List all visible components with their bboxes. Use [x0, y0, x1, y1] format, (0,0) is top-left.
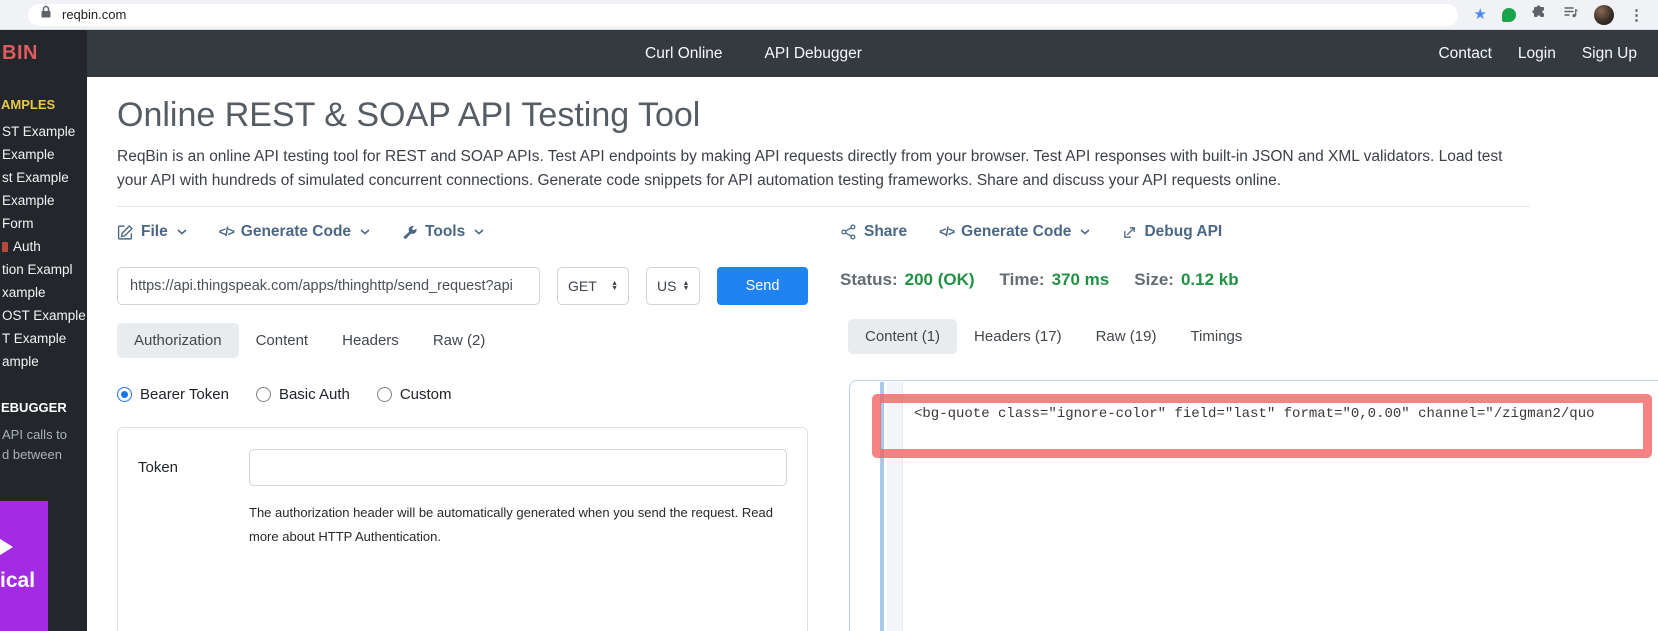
top-navbar: BIN Curl Online API Debugger Contact Log…	[0, 30, 1658, 77]
chevron-down-icon	[474, 229, 484, 235]
tools-menu[interactable]: Tools	[402, 223, 484, 241]
sidebar-item[interactable]: Example	[0, 143, 87, 166]
editor-left-scrollbar[interactable]	[880, 382, 884, 631]
status-value: 200 (OK)	[905, 270, 975, 290]
extension-green-icon[interactable]	[1502, 8, 1516, 22]
sidebar-item[interactable]: ST Example	[0, 120, 87, 143]
divider	[117, 206, 1530, 207]
send-button[interactable]: Send	[717, 267, 808, 305]
radio-icon	[377, 387, 392, 402]
request-toolbar: File </> Generate Code Tools	[117, 219, 808, 245]
sidebar-item[interactable]: T Example	[0, 327, 87, 350]
share-nodes-icon	[840, 224, 857, 240]
tab-raw[interactable]: Raw (2)	[416, 323, 503, 358]
status-label: Status:	[840, 270, 898, 290]
puzzle-extensions-icon[interactable]	[1531, 4, 1547, 25]
nav-curl-online[interactable]: Curl Online	[645, 45, 723, 63]
generate-code-menu[interactable]: </> Generate Code	[219, 223, 370, 241]
request-url-input[interactable]	[117, 267, 540, 305]
page-description: ReqBin is an online API testing tool for…	[117, 145, 1532, 192]
file-menu[interactable]: File	[117, 223, 187, 241]
reqbin-logo[interactable]: BIN	[0, 42, 38, 65]
code-icon: </>	[939, 225, 954, 239]
token-panel: Token The authorization header will be a…	[117, 427, 808, 631]
tab-response-raw[interactable]: Raw (19)	[1079, 319, 1174, 354]
tab-response-content[interactable]: Content (1)	[848, 319, 957, 354]
sidebar-ad-banner[interactable]: ical	[0, 501, 48, 631]
clipped-text-fragment	[2, 242, 8, 252]
bookmark-star-icon[interactable]: ★	[1474, 7, 1487, 22]
token-help-text: The authorization header will be automat…	[249, 501, 794, 549]
sidebar-item[interactable]: Form	[0, 212, 87, 235]
sidebar-item[interactable]: Auth	[0, 235, 87, 258]
response-toolbar: Share </> Generate Code Debug API	[840, 219, 1658, 245]
response-body-text: <bg-quote class="ignore-color" field="la…	[850, 381, 1658, 422]
sidebar-item[interactable]: OST Example	[0, 304, 87, 327]
tab-response-headers[interactable]: Headers (17)	[957, 319, 1079, 354]
edit-square-icon	[117, 224, 134, 241]
radio-custom[interactable]: Custom	[377, 386, 452, 403]
debug-api-button[interactable]: Debug API	[1122, 223, 1222, 241]
sidebar-item[interactable]: ample	[0, 350, 87, 373]
ad-arrow-icon	[0, 537, 13, 557]
chevron-down-icon	[177, 229, 187, 235]
playlist-music-icon[interactable]	[1562, 4, 1579, 25]
tab-content[interactable]: Content	[239, 323, 326, 358]
response-status-row: Status: 200 (OK) Time: 370 ms Size: 0.12…	[840, 269, 1658, 291]
response-tabs: Content (1) Headers (17) Raw (19) Timing…	[848, 319, 1658, 354]
radio-basic-auth[interactable]: Basic Auth	[256, 386, 350, 403]
tab-headers[interactable]: Headers	[325, 323, 416, 358]
token-input[interactable]	[249, 449, 787, 486]
size-value: 0.12 kb	[1181, 270, 1239, 290]
auth-type-radios: Bearer Token Basic Auth Custom	[117, 386, 808, 403]
tab-authorization[interactable]: Authorization	[117, 323, 239, 358]
region-select[interactable]: US ▲▼	[646, 267, 700, 305]
method-select[interactable]: GET ▲▼	[557, 267, 629, 305]
page-title: Online REST & SOAP API Testing Tool	[117, 95, 1658, 135]
request-tabs: Authorization Content Headers Raw (2)	[117, 323, 808, 358]
url-text: reqbin.com	[62, 7, 126, 22]
radio-icon	[117, 387, 132, 402]
browser-menu-icon[interactable]: ⋮	[1629, 6, 1644, 24]
time-value: 370 ms	[1052, 270, 1110, 290]
chevron-down-icon	[360, 229, 370, 235]
tab-response-timings[interactable]: Timings	[1173, 319, 1259, 354]
token-label: Token	[138, 459, 249, 476]
ad-text: ical	[0, 569, 48, 593]
response-body-editor[interactable]: <bg-quote class="ignore-color" field="la…	[849, 380, 1658, 631]
profile-avatar[interactable]	[1594, 5, 1614, 25]
size-label: Size:	[1134, 270, 1174, 290]
nav-contact[interactable]: Contact	[1438, 45, 1491, 63]
radio-bearer-token[interactable]: Bearer Token	[117, 386, 229, 403]
sidebar-item[interactable]: tion Exampl	[0, 258, 87, 281]
browser-toolbar: reqbin.com ★ ⋮	[0, 0, 1658, 30]
sidebar-item[interactable]: Example	[0, 189, 87, 212]
select-arrows-icon: ▲▼	[611, 281, 618, 291]
select-arrows-icon: ▲▼	[682, 281, 689, 291]
chevron-down-icon	[1080, 229, 1090, 235]
lock-icon	[40, 5, 52, 24]
radio-icon	[256, 387, 271, 402]
nav-api-debugger[interactable]: API Debugger	[765, 45, 862, 63]
sidebar-item[interactable]: xample	[0, 281, 87, 304]
editor-gutter	[887, 382, 903, 631]
sidebar-examples-header: AMPLES	[1, 97, 87, 112]
share-button[interactable]: Share	[840, 223, 907, 241]
examples-sidebar: AMPLES ST Example Example st Example Exa…	[0, 77, 87, 631]
nav-signup[interactable]: Sign Up	[1582, 45, 1637, 63]
address-bar[interactable]: reqbin.com	[28, 4, 1458, 26]
time-label: Time:	[1000, 270, 1045, 290]
logo-cell[interactable]: BIN	[0, 30, 87, 77]
wrench-icon	[402, 224, 418, 240]
sidebar-desc-line: d between	[0, 445, 87, 465]
sidebar-debugger-header: EBUGGER	[1, 400, 87, 415]
arrow-up-right-icon	[1122, 225, 1137, 240]
nav-login[interactable]: Login	[1518, 45, 1556, 63]
code-icon: </>	[219, 225, 234, 239]
response-generate-code-menu[interactable]: </> Generate Code	[939, 223, 1090, 241]
sidebar-desc-line: API calls to	[0, 425, 87, 445]
sidebar-item[interactable]: st Example	[0, 166, 87, 189]
